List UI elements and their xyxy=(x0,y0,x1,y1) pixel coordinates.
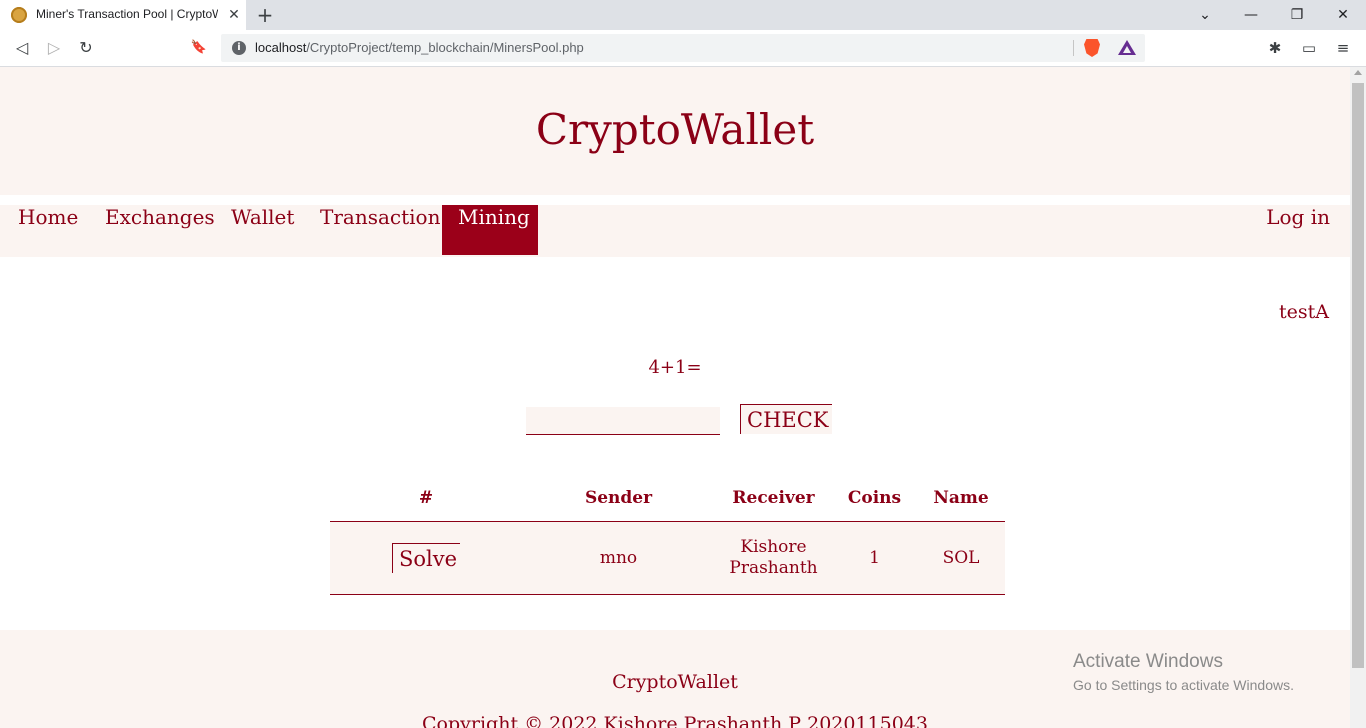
site-header: CryptoWallet xyxy=(0,67,1350,195)
browser-toolbar: ◁ ▷ ↻ 🔖 i localhost/CryptoProject/temp_b… xyxy=(0,30,1366,67)
new-tab-icon[interactable]: + xyxy=(255,4,275,26)
address-bar[interactable]: i localhost/CryptoProject/temp_blockchai… xyxy=(221,34,1145,62)
puzzle-question: 4+1= xyxy=(648,357,702,378)
address-url: localhost/CryptoProject/temp_blockchain/… xyxy=(255,40,584,55)
restore-icon[interactable]: ❐ xyxy=(1285,4,1309,26)
main-navbar: Home Exchanges Wallet Transaction Mining… xyxy=(0,205,1350,257)
tab-search-dropdown-icon[interactable]: ⌄ xyxy=(1193,4,1217,26)
nav-home[interactable]: Home xyxy=(2,205,94,255)
browser-menu-icon[interactable]: ≡ xyxy=(1333,37,1353,59)
brave-shields-icon[interactable] xyxy=(1084,39,1100,57)
col-header-sender: Sender xyxy=(522,474,715,522)
table-row: Solve mno Kishore Prashanth 1 SOL xyxy=(330,521,1005,595)
check-button[interactable]: CHECK xyxy=(740,404,832,434)
nav-mining[interactable]: Mining xyxy=(442,205,538,255)
tab-close-icon[interactable]: ✕ xyxy=(225,6,243,24)
brave-rewards-icon[interactable] xyxy=(1118,40,1136,55)
forward-icon[interactable]: ▷ xyxy=(43,37,65,59)
cell-receiver: Kishore Prashanth xyxy=(715,521,832,595)
browser-tab[interactable]: Miner's Transaction Pool | CryptoWallet … xyxy=(0,0,246,30)
nav-login[interactable]: Log in xyxy=(1250,205,1346,255)
cell-name: SOL xyxy=(917,521,1005,595)
extensions-icon[interactable]: ✱ xyxy=(1265,37,1285,59)
window-close-icon[interactable]: ✕ xyxy=(1331,4,1355,26)
activate-subtitle: Go to Settings to activate Windows. xyxy=(1073,677,1294,693)
page-content: CryptoWallet Home Exchanges Wallet Trans… xyxy=(0,67,1350,728)
table-header-row: # Sender Receiver Coins Name xyxy=(330,474,1005,522)
activate-title: Activate Windows xyxy=(1073,651,1223,672)
answer-input[interactable] xyxy=(526,407,720,435)
windows-activation-watermark: Activate Windows Go to Settings to activ… xyxy=(1073,651,1294,693)
col-header-name: Name xyxy=(917,474,1005,522)
transactions-table: # Sender Receiver Coins Name Solve mno K… xyxy=(330,474,1005,595)
tab-title: Miner's Transaction Pool | CryptoWallet xyxy=(36,7,218,21)
footer-copyright: Copyright © 2022 Kishore Prashanth P 202… xyxy=(422,713,928,728)
cell-sender: mno xyxy=(522,521,715,595)
back-icon[interactable]: ◁ xyxy=(11,37,33,59)
col-header-index: # xyxy=(330,474,522,522)
solve-button[interactable]: Solve xyxy=(392,543,460,573)
scrollbar-thumb[interactable] xyxy=(1352,83,1364,668)
nav-exchanges[interactable]: Exchanges xyxy=(89,205,231,255)
site-favicon-icon xyxy=(11,7,27,23)
address-divider xyxy=(1073,40,1074,56)
logged-in-user: testA xyxy=(1279,301,1329,323)
reload-icon[interactable]: ↻ xyxy=(75,37,97,59)
minimize-icon[interactable]: — xyxy=(1239,4,1263,26)
cell-action: Solve xyxy=(330,521,522,595)
site-info-icon[interactable]: i xyxy=(232,41,246,55)
scroll-up-arrow-icon[interactable] xyxy=(1354,70,1362,75)
nav-wallet[interactable]: Wallet xyxy=(215,205,310,255)
nav-transaction[interactable]: Transaction xyxy=(304,205,456,255)
page-scrollbar[interactable] xyxy=(1350,67,1366,728)
browser-tab-strip: Miner's Transaction Pool | CryptoWallet … xyxy=(0,0,1366,30)
col-header-receiver: Receiver xyxy=(715,474,832,522)
col-header-coins: Coins xyxy=(832,474,917,522)
bookmark-icon[interactable]: 🔖 xyxy=(188,37,210,59)
site-title: CryptoWallet xyxy=(535,105,815,154)
cell-coins: 1 xyxy=(832,521,917,595)
wallet-icon[interactable]: ▭ xyxy=(1299,37,1319,59)
